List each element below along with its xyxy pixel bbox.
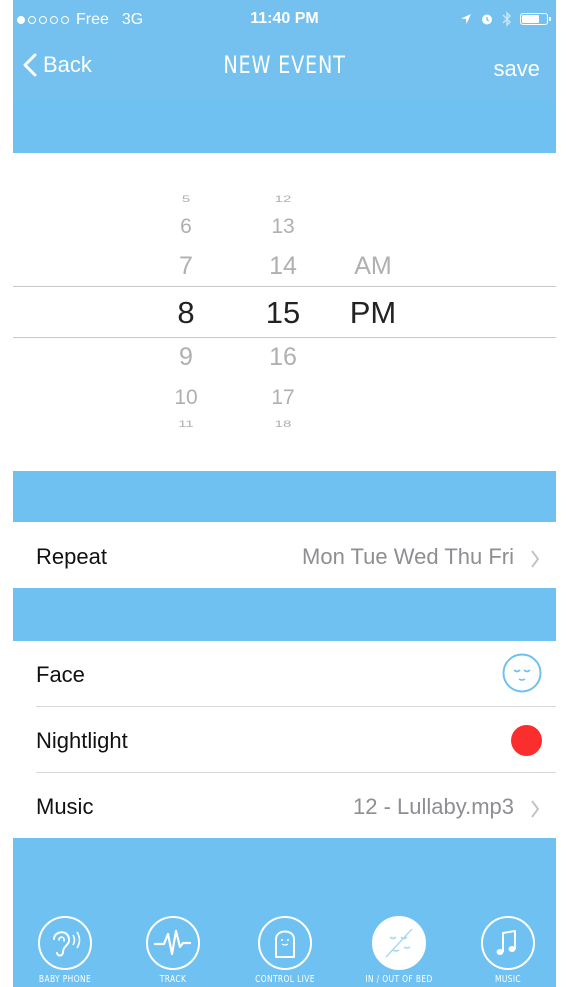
location-arrow-icon <box>461 14 471 24</box>
hour-option[interactable]: 5 <box>151 194 221 204</box>
hour-option[interactable]: 11 <box>151 419 221 429</box>
tab-in-out-of-bed[interactable]: IN / OUT OF BED <box>349 916 449 987</box>
heartbeat-icon <box>153 929 192 956</box>
time-picker[interactable]: 5 6 7 8 9 10 11 12 13 14 15 16 17 18 AM … <box>13 153 556 471</box>
tab-label: TRACK <box>159 974 187 985</box>
minute-option[interactable]: 17 <box>248 386 318 410</box>
minute-selected[interactable]: 15 <box>248 295 318 331</box>
hour-option[interactable]: 6 <box>151 215 221 239</box>
face-label: Face <box>36 662 85 687</box>
chevron-left-icon <box>23 53 37 77</box>
music-row[interactable]: Music 12 - Lullaby.mp3 <box>13 773 556 838</box>
status-icons <box>460 11 551 27</box>
status-bar: Free 3G 11:40 PM <box>13 0 556 40</box>
nightlight-row[interactable]: Nightlight <box>13 707 556 772</box>
bluetooth-icon <box>502 11 511 27</box>
minute-option[interactable]: 14 <box>248 252 318 281</box>
sleeping-face-icon[interactable] <box>502 653 542 693</box>
ear-icon <box>53 931 81 957</box>
alarm-clock-icon <box>482 14 492 25</box>
hour-option[interactable]: 10 <box>151 386 221 410</box>
repeat-label: Repeat <box>36 544 107 569</box>
tab-label: CONTROL LIVE <box>255 974 315 985</box>
minute-option[interactable]: 16 <box>248 343 318 372</box>
sleeping-face-icon <box>385 928 413 958</box>
music-label: Music <box>36 794 94 819</box>
nightlight-color-dot[interactable] <box>511 725 542 756</box>
hour-option[interactable]: 7 <box>151 252 221 281</box>
tab-label: IN / OUT OF BED <box>365 974 433 985</box>
minute-option[interactable]: 13 <box>248 215 318 239</box>
hour-selected[interactable]: 8 <box>151 295 221 331</box>
chevron-right-icon <box>531 550 540 568</box>
minute-wheel[interactable]: 12 13 14 15 16 17 18 <box>248 153 318 471</box>
page-title: NEW EVENT <box>223 51 346 79</box>
battery-icon <box>520 13 551 25</box>
nightlight-label: Nightlight <box>36 728 128 753</box>
repeat-value: Mon Tue Wed Thu Fri <box>302 544 514 569</box>
device-icon <box>275 930 295 958</box>
ampm-wheel[interactable]: AM PM <box>338 153 408 471</box>
music-value: 12 - Lullaby.mp3 <box>352 794 514 819</box>
repeat-row[interactable]: Repeat Mon Tue Wed Thu Fri <box>13 522 556 588</box>
ampm-selected[interactable]: PM <box>338 295 408 331</box>
section-divider <box>13 588 556 641</box>
tab-bar: BABY PHONE TRACK CONTROL LIVE IN / OUT O… <box>13 838 556 987</box>
minute-option[interactable]: 18 <box>248 419 318 429</box>
tab-music[interactable]: MUSIC <box>458 916 556 987</box>
hour-option[interactable]: 9 <box>151 343 221 372</box>
tab-label: BABY PHONE <box>38 974 92 985</box>
tab-baby-phone[interactable]: BABY PHONE <box>15 916 115 987</box>
minute-option[interactable]: 12 <box>248 194 318 204</box>
header: Free 3G 11:40 PM Back NEW EVENT save <box>13 0 556 153</box>
save-button[interactable]: save <box>494 56 540 82</box>
tab-track[interactable]: TRACK <box>123 916 223 987</box>
chevron-right-icon <box>531 800 540 818</box>
music-note-icon <box>496 930 516 955</box>
tab-label: MUSIC <box>494 974 522 985</box>
tab-control-live[interactable]: CONTROL LIVE <box>235 916 335 987</box>
app-frame: Free 3G 11:40 PM Back NEW EVENT save 5 6… <box>13 0 556 987</box>
section-divider <box>13 471 556 522</box>
ampm-option[interactable]: AM <box>338 252 408 281</box>
hour-wheel[interactable]: 5 6 7 8 9 10 11 <box>151 153 221 471</box>
face-row[interactable]: Face <box>13 641 556 706</box>
